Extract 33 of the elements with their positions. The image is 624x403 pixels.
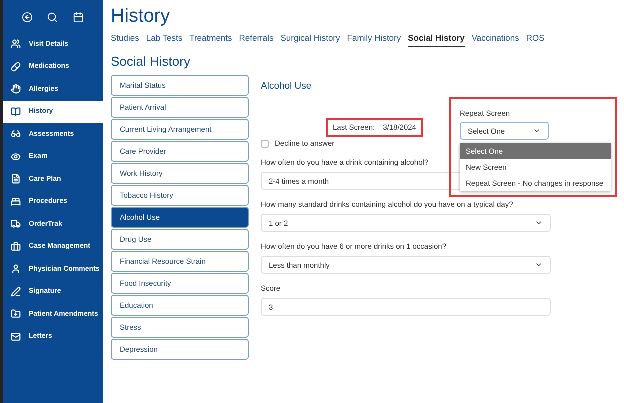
document-icon: [11, 174, 21, 184]
hand-icon: [11, 84, 21, 94]
page-title: History: [111, 6, 172, 28]
people-icon: [11, 39, 21, 50]
bed-icon: [11, 196, 21, 207]
search-icon[interactable]: [47, 12, 58, 23]
chevron-icon: [535, 219, 543, 227]
chevron-icon: [533, 127, 541, 135]
book-icon: [11, 106, 21, 117]
folder-icon: [11, 309, 21, 320]
back-icon[interactable]: [22, 12, 34, 23]
tab[interactable]: Family History: [347, 33, 402, 47]
tab[interactable]: Referrals: [239, 33, 274, 47]
chevron-icon: [535, 261, 543, 269]
form-title: Alcohol Use: [261, 81, 313, 92]
checkbox[interactable]: [261, 140, 269, 148]
tab[interactable]: Lab Tests: [146, 33, 183, 47]
truck-icon: [11, 219, 21, 230]
section-title: Social History: [111, 54, 192, 69]
briefcase-icon: [11, 242, 21, 252]
tab[interactable]: Social History: [408, 33, 465, 47]
tab[interactable]: Studies: [111, 33, 140, 47]
envelope-icon: [11, 332, 21, 342]
tab[interactable]: Treatments: [190, 33, 232, 47]
tab[interactable]: ROS: [526, 33, 545, 47]
glasses-icon: [11, 129, 21, 140]
tab[interactable]: Surgical History: [280, 33, 340, 47]
tab[interactable]: Vaccinations: [472, 33, 520, 47]
person-icon: [11, 264, 21, 274]
pill-bottle-icon: [11, 62, 21, 72]
calendar-icon[interactable]: [72, 12, 84, 23]
pen-icon: [11, 286, 21, 297]
eye-icon: [11, 152, 21, 162]
